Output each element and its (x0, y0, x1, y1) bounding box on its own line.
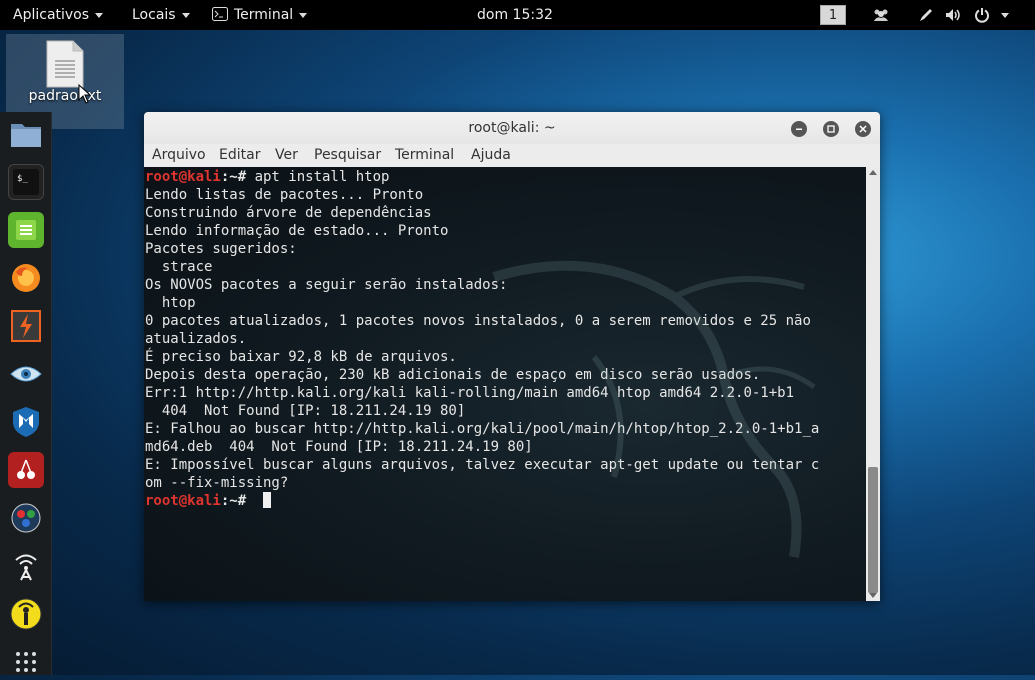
firefox-icon (12, 264, 40, 292)
dock-eye-app[interactable] (8, 356, 44, 392)
text-editor-icon (16, 220, 36, 240)
people-icon[interactable] (871, 0, 891, 30)
chevron-down-icon (299, 12, 308, 18)
mouse-pointer-icon (78, 84, 92, 104)
menu-ajuda[interactable]: Ajuda (471, 147, 511, 163)
dock-wireless[interactable] (8, 548, 44, 584)
applications-menu-label: Aplicativos (13, 7, 90, 23)
terminal-icon: $_ (13, 169, 39, 195)
text-cursor (262, 492, 271, 508)
wireless-icon (15, 554, 37, 581)
power-icon[interactable] (972, 0, 992, 30)
scroll-up-icon[interactable] (869, 170, 877, 175)
dock: $_ (0, 112, 52, 675)
clock[interactable]: dom 15:32 (477, 0, 553, 30)
window-titlebar[interactable]: root@kali: ~ (144, 112, 880, 144)
workspace-indicator[interactable]: 1 (820, 5, 846, 25)
dock-burpsuite[interactable] (8, 308, 44, 344)
command-text: apt install htop (254, 169, 390, 185)
pen-icon[interactable] (916, 0, 936, 30)
close-button[interactable] (855, 121, 871, 137)
cherrytree-icon (17, 459, 35, 479)
terminal-scrollbar[interactable] (866, 167, 880, 601)
eye-icon (10, 366, 42, 382)
maltego-icon (11, 503, 41, 533)
menu-bar: Arquivo Editar Ver Pesquisar Terminal Aj… (144, 144, 880, 168)
prompt-user: root@kali (145, 493, 221, 509)
close-icon (859, 125, 867, 133)
applications-menu[interactable]: Aplicativos (13, 0, 104, 30)
beef-icon (10, 598, 42, 630)
app-menu-label: Terminal (234, 7, 294, 23)
prompt-path: :~# (220, 493, 255, 509)
menu-editar[interactable]: Editar (219, 147, 260, 163)
minimize-icon (796, 128, 802, 130)
text-file-icon (46, 40, 84, 88)
terminal-line: root@kali:~# apt install htop (145, 168, 866, 186)
volume-icon[interactable] (944, 0, 964, 30)
system-menu-chevron-icon[interactable] (998, 0, 1012, 30)
show-apps-icon (16, 652, 36, 672)
dock-cherrytree[interactable] (8, 452, 44, 488)
chevron-down-icon (181, 12, 190, 18)
menu-pesquisar[interactable]: Pesquisar (314, 147, 381, 163)
terminal-output[interactable]: root@kali:~# apt install htop Lendo list… (144, 167, 866, 601)
dock-beef[interactable] (8, 596, 44, 632)
minimize-button[interactable] (791, 121, 807, 137)
scroll-down-icon[interactable] (869, 593, 877, 598)
places-menu[interactable]: Locais (132, 0, 190, 30)
kali-dragon-watermark (492, 260, 816, 558)
terminal-output-line: Lendo listas de pacotes... Pronto (145, 187, 424, 203)
burpsuite-icon (11, 310, 41, 342)
chevron-down-icon (1001, 12, 1009, 18)
app-menu-terminal[interactable]: Terminal (212, 0, 308, 30)
window-title: root@kali: ~ (468, 120, 556, 136)
dock-terminal[interactable]: $_ (8, 164, 44, 200)
chevron-down-icon (95, 12, 104, 18)
menu-arquivo[interactable]: Arquivo (152, 147, 206, 163)
svg-text:$_: $_ (17, 174, 28, 184)
top-bar: Aplicativos Locais Terminal dom 15:32 1 (0, 0, 1035, 30)
dock-maltego[interactable] (8, 500, 44, 536)
desktop-file-label: padrao.txt (28, 88, 102, 104)
scrollbar-thumb[interactable] (868, 467, 878, 593)
dock-firefox[interactable] (8, 260, 44, 296)
places-menu-label: Locais (132, 7, 176, 23)
menu-ver[interactable]: Ver (275, 147, 298, 163)
prompt-path: :~# (220, 169, 255, 185)
metasploit-icon (13, 407, 39, 437)
dock-files[interactable] (8, 116, 44, 152)
dock-metasploit[interactable] (8, 404, 44, 440)
files-icon (11, 124, 41, 147)
terminal-output-line: Construindo árvore de dependências (145, 205, 432, 221)
terminal-window[interactable]: root@kali: ~ Arquivo Editar Ver Pesquisa… (144, 112, 880, 601)
prompt-user: root@kali (145, 169, 221, 185)
terminal-app-icon (212, 7, 228, 21)
dock-text-editor[interactable] (8, 212, 44, 248)
maximize-icon (827, 125, 835, 133)
maximize-button[interactable] (823, 121, 839, 137)
menu-terminal[interactable]: Terminal (395, 147, 454, 163)
